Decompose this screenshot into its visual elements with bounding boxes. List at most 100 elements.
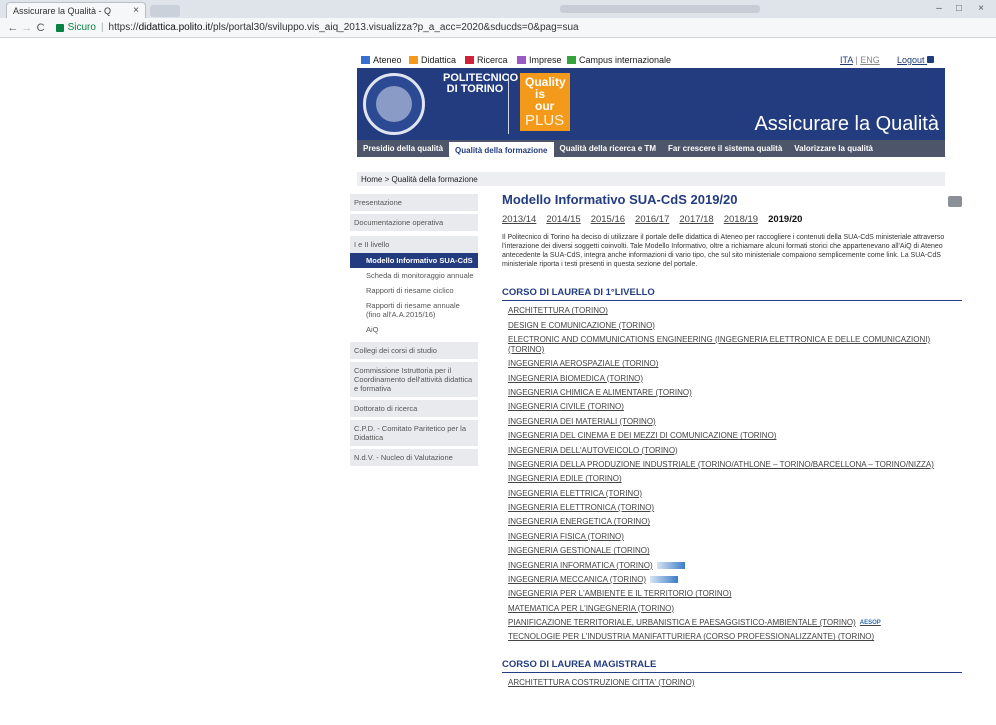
- sidebar-item-presentazione[interactable]: Presentazione: [350, 194, 478, 211]
- forward-arrow-icon[interactable]: →: [20, 22, 34, 34]
- top-portal-nav: Ateneo Didattica Ricerca Imprese Campus …: [357, 53, 945, 67]
- site-banner: POLITECNICO DI TORINO Quality is our PLU…: [357, 68, 945, 140]
- course-link[interactable]: INGEGNERIA FISICA (TORINO): [502, 530, 962, 544]
- politecnico-wordmark[interactable]: POLITECNICO DI TORINO: [443, 73, 518, 95]
- course-label: INGEGNERIA DEI MATERIALI (TORINO): [508, 416, 656, 426]
- mainnav-formazione[interactable]: Qualità della formazione: [449, 140, 554, 157]
- sidebar-item-aiq[interactable]: AiQ: [350, 322, 478, 337]
- lock-icon: [55, 23, 64, 32]
- sidebar-item-dottorato[interactable]: Dottorato di ricerca: [350, 400, 478, 417]
- topnav-label: Imprese: [529, 55, 562, 65]
- sidebar-item-livello[interactable]: I e II livello: [350, 236, 478, 253]
- topnav-item-ricerca[interactable]: Ricerca: [465, 55, 508, 65]
- ricerca-square-icon: [465, 56, 474, 64]
- course-link[interactable]: ARCHITETTURA COSTRUZIONE CITTA' (TORINO): [502, 676, 962, 690]
- tab-close-icon[interactable]: ×: [133, 5, 139, 16]
- course-link[interactable]: INGEGNERIA AEROSPAZIALE (TORINO): [502, 357, 962, 371]
- course-link[interactable]: INGEGNERIA GESTIONALE (TORINO): [502, 544, 962, 558]
- course-label: INGEGNERIA DELLA PRODUZIONE INDUSTRIALE …: [508, 459, 934, 469]
- course-link[interactable]: INGEGNERIA ELETTRONICA (TORINO): [502, 501, 962, 515]
- sidebar-item-riesame-ciclico[interactable]: Rapporti di riesame ciclico: [350, 283, 478, 298]
- topnav-label: Campus internazionale: [579, 55, 672, 65]
- quality-line1: Quality: [525, 75, 566, 89]
- seal-inner: [376, 86, 412, 122]
- course-link[interactable]: INGEGNERIA DEI MATERIALI (TORINO): [502, 415, 962, 429]
- banner-title: Assicurare la Qualità: [754, 113, 939, 135]
- course-link[interactable]: INGEGNERIA INFORMATICA (TORINO): [502, 558, 962, 572]
- topnav-item-imprese[interactable]: Imprese: [517, 55, 562, 65]
- logout-link[interactable]: Logout: [897, 55, 935, 65]
- back-arrow-icon[interactable]: ←: [6, 22, 20, 34]
- lang-separator: |: [855, 55, 858, 65]
- year-link[interactable]: 2014/15: [546, 214, 580, 225]
- quality-line3: PLUS: [525, 112, 565, 129]
- politecnico-seal-logo[interactable]: [363, 73, 425, 135]
- url-text: https://didattica.polito.it/pls/portal30…: [109, 22, 579, 33]
- breadcrumb[interactable]: Home > Qualità della formazione: [357, 172, 945, 186]
- course-link[interactable]: INGEGNERIA EDILE (TORINO): [502, 472, 962, 486]
- course-link[interactable]: ARCHITETTURA (TORINO): [502, 304, 962, 318]
- year-link[interactable]: 2016/17: [635, 214, 669, 225]
- sidebar-item-cpd[interactable]: C.P.D. - Comitato Paritetico per la Dida…: [350, 420, 478, 446]
- secure-label: Sicuro: [67, 22, 96, 33]
- course-link[interactable]: INGEGNERIA DEL CINEMA E DEI MEZZI DI COM…: [502, 429, 962, 443]
- lang-ita-link[interactable]: ITA: [840, 55, 853, 65]
- reload-icon[interactable]: C: [34, 22, 48, 34]
- sidebar-item-riesame-annuale[interactable]: Rapporti di riesame annuale (fino all'A.…: [350, 298, 478, 322]
- mainnav-ricerca[interactable]: Qualità della ricerca e TM: [554, 140, 662, 157]
- course-label: INGEGNERIA BIOMEDICA (TORINO): [508, 373, 643, 383]
- sidebar-item-sua-cds[interactable]: Modello Informativo SUA-CdS: [350, 253, 478, 268]
- accreditation-badge-icon: [656, 562, 685, 570]
- course-link[interactable]: TECNOLOGIE PER L'INDUSTRIA MANIFATTURIER…: [502, 630, 962, 644]
- course-link[interactable]: INGEGNERIA ENERGETICA (TORINO): [502, 515, 962, 529]
- imprese-square-icon: [517, 56, 526, 64]
- url-path: /pls/portal30/sviluppo.vis_aiq_2013.visu…: [210, 22, 579, 33]
- sidebar-item-documentazione[interactable]: Documentazione operativa: [350, 214, 478, 231]
- course-link[interactable]: INGEGNERIA DELL'AUTOVEICOLO (TORINO): [502, 443, 962, 457]
- aesop-logo-icon: AESOP: [859, 620, 881, 627]
- course-link[interactable]: ELECTRONIC AND COMMUNICATIONS ENGINEERIN…: [502, 333, 962, 357]
- course-list-magistrale: ARCHITETTURA COSTRUZIONE CITTA' (TORINO): [502, 676, 962, 690]
- page-title: Modello Informativo SUA-CdS 2019/20: [502, 192, 738, 207]
- course-link[interactable]: INGEGNERIA PER L'AMBIENTE E IL TERRITORI…: [502, 587, 962, 601]
- close-window-icon[interactable]: ×: [972, 3, 990, 15]
- course-link[interactable]: INGEGNERIA DELLA PRODUZIONE INDUSTRIALE …: [502, 458, 962, 472]
- browser-toolbar: ← → C Sicuro | https://didattica.polito.…: [0, 18, 996, 38]
- sidebar-item-collegi[interactable]: Collegi dei corsi di studio: [350, 342, 478, 359]
- year-link[interactable]: 2015/16: [591, 214, 625, 225]
- sidebar-item-commissione[interactable]: Commissione Istruttoria per il Coordinam…: [350, 362, 478, 397]
- topnav-item-didattica[interactable]: Didattica: [409, 55, 456, 65]
- course-link[interactable]: INGEGNERIA CHIMICA E ALIMENTARE (TORINO): [502, 386, 962, 400]
- mainnav-presidio[interactable]: Presidio della qualità: [357, 140, 449, 157]
- minimize-icon[interactable]: –: [930, 3, 948, 15]
- quality-plus-logo: Quality is our PLUS: [520, 73, 570, 131]
- topnav-label: Didattica: [421, 55, 457, 65]
- course-link[interactable]: INGEGNERIA MECCANICA (TORINO): [502, 573, 962, 587]
- address-bar[interactable]: Sicuro | https://didattica.polito.it/pls…: [55, 20, 996, 36]
- course-link[interactable]: INGEGNERIA ELETTRICA (TORINO): [502, 487, 962, 501]
- new-tab-button[interactable]: [150, 5, 180, 17]
- course-label: INGEGNERIA EDILE (TORINO): [508, 474, 622, 484]
- topnav-item-ateneo[interactable]: Ateneo: [361, 55, 402, 65]
- year-link[interactable]: 2017/18: [679, 214, 713, 225]
- topnav-label: Ricerca: [477, 55, 508, 65]
- course-link[interactable]: INGEGNERIA BIOMEDICA (TORINO): [502, 372, 962, 386]
- course-link[interactable]: DESIGN E COMUNICAZIONE (TORINO): [502, 318, 962, 332]
- url-prefix: https://: [108, 22, 139, 33]
- course-link[interactable]: INGEGNERIA CIVILE (TORINO): [502, 400, 962, 414]
- main-content: Modello Informativo SUA-CdS 2019/20 2013…: [502, 192, 962, 690]
- year-link[interactable]: 2013/14: [502, 214, 536, 225]
- sidebar-item-scheda-monitoraggio[interactable]: Scheda di monitoraggio annuale: [350, 268, 478, 283]
- print-icon[interactable]: [948, 196, 962, 207]
- tab-title: Assicurare la Qualità - Q: [13, 6, 112, 16]
- mainnav-sistema[interactable]: Far crescere il sistema qualità: [662, 140, 788, 157]
- topnav-item-campus[interactable]: Campus internazionale: [567, 55, 671, 65]
- browser-tab[interactable]: Assicurare la Qualità - Q ×: [6, 2, 146, 18]
- course-link[interactable]: MATEMATICA PER L'INGEGNERIA (TORINO): [502, 602, 962, 616]
- course-link[interactable]: PIANIFICAZIONE TERRITORIALE, URBANISTICA…: [502, 616, 962, 630]
- sidebar-item-ndv[interactable]: N.d.V. - Nucleo di Valutazione: [350, 449, 478, 466]
- maximize-icon[interactable]: □: [950, 3, 968, 15]
- mainnav-valorizzare[interactable]: Valorizzare la qualità: [788, 140, 879, 157]
- lang-eng-link[interactable]: ENG: [860, 55, 880, 65]
- year-link[interactable]: 2018/19: [724, 214, 758, 225]
